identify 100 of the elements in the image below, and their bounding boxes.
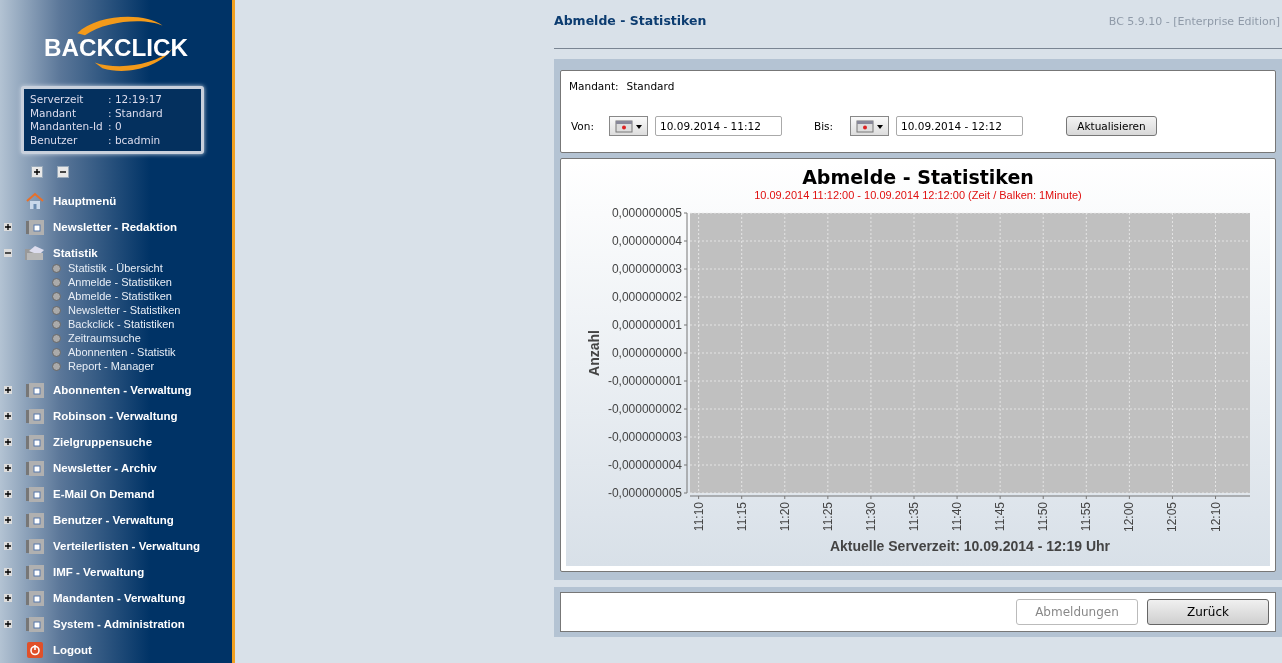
x-tick-label: 11:10 (691, 502, 706, 532)
bullet-icon (52, 319, 61, 329)
menu-item[interactable]: Mandanten - Verwaltung (53, 592, 186, 604)
mandant-value: Standard (626, 80, 675, 92)
submenu-item[interactable]: Newsletter - Statistiken (68, 304, 181, 316)
x-tick-label: 11:30 (863, 502, 878, 532)
menu-item[interactable]: Hauptmenü (53, 195, 117, 207)
folder-icon (25, 512, 44, 528)
folder-icon (25, 219, 44, 235)
calendar-button[interactable] (850, 116, 889, 136)
bullet-icon (52, 361, 61, 371)
expand-icon[interactable] (4, 438, 12, 446)
submenu-item[interactable]: Anmelde - Statistiken (68, 276, 172, 288)
open-folder-icon (24, 245, 45, 261)
expand-icon[interactable] (4, 594, 12, 602)
menu-item[interactable]: Robinson - Verwaltung (53, 410, 178, 422)
expand-icon[interactable] (4, 568, 12, 576)
folder-icon (25, 486, 44, 502)
y-tick-label: -0,000000004 (607, 458, 682, 472)
y-tick-label: 0,000000005 (611, 206, 682, 220)
from-label: Von: (570, 120, 595, 132)
bullet-icon (52, 263, 61, 273)
menu-item[interactable]: E-Mail On Demand (53, 488, 155, 500)
folder-icon (25, 564, 44, 580)
x-tick-label: 11:55 (1078, 502, 1093, 532)
collapse-icon[interactable] (4, 249, 12, 257)
mandant-label: Mandant: (569, 80, 619, 92)
house-icon (25, 192, 44, 210)
folder-icon (25, 460, 44, 476)
menu-item[interactable]: Zielgruppensuche (53, 436, 153, 448)
page-title: Abmelde - Statistiken (554, 13, 707, 28)
x-tick-label: 11:50 (1035, 502, 1050, 532)
to-date-field[interactable]: 10.09.2014 - 12:12 (896, 116, 1023, 136)
expand-icon[interactable] (4, 516, 12, 524)
y-tick-label: -0,000000001 (607, 374, 682, 388)
expand-icon[interactable] (4, 464, 12, 472)
submenu-item[interactable]: Report - Manager (68, 360, 155, 372)
expand-icon[interactable] (4, 386, 12, 394)
menu-item[interactable]: Newsletter - Redaktion (53, 221, 177, 233)
x-tick-label: 12:00 (1121, 502, 1136, 533)
menu-item[interactable]: Verteilerlisten - Verwaltung (53, 540, 200, 552)
refresh-button[interactable]: Aktualisieren (1066, 116, 1157, 136)
folder-icon (25, 382, 44, 398)
y-axis-label: Anzahl (585, 330, 602, 376)
menu-item[interactable]: Benutzer - Verwaltung (53, 514, 174, 526)
x-tick-label: 11:25 (820, 502, 835, 532)
version-label: BC 5.9.10 - [Enterprise Edition] (1108, 15, 1280, 28)
info-label: Mandanten-Id (30, 120, 104, 134)
to-label: Bis: (813, 120, 835, 132)
info-label: Serverzeit (30, 93, 85, 107)
menu-item[interactable]: Abonnenten - Verwaltung (53, 384, 192, 396)
folder-icon (25, 590, 44, 606)
folder-icon (25, 434, 44, 450)
y-tick-label: 0,000000003 (611, 262, 682, 276)
submenu-item[interactable]: Zeitraumsuche (68, 332, 141, 344)
y-tick-label: 0,000000000 (611, 346, 682, 360)
y-tick-label: 0,000000001 (611, 318, 682, 332)
action-button[interactable]: Zurück (1147, 599, 1269, 625)
info-value: : 12:19:17 (108, 93, 163, 107)
bullet-icon (52, 347, 61, 357)
submenu-item[interactable]: Backclick - Statistiken (68, 318, 175, 330)
y-tick-label: -0,000000002 (607, 402, 682, 416)
calendar-button[interactable] (609, 116, 648, 136)
folder-icon (25, 538, 44, 554)
x-tick-label: 11:45 (992, 502, 1007, 532)
y-tick-label: 0,000000004 (611, 234, 682, 248)
x-tick-label: 11:35 (906, 502, 921, 532)
menu-item[interactable]: Newsletter - Archiv (53, 462, 157, 474)
backclick-logo: BACKCLICK (36, 12, 196, 74)
submenu-item[interactable]: Abonnenten - Statistik (68, 346, 176, 358)
menu-item[interactable]: System - Administration (53, 618, 185, 630)
expand-icon[interactable] (4, 490, 12, 498)
expand-all-icon[interactable] (31, 166, 43, 178)
y-tick-label: 0,000000002 (611, 290, 682, 304)
x-tick-label: 11:20 (777, 502, 792, 532)
expand-icon[interactable] (4, 412, 12, 420)
y-tick-label: -0,000000003 (607, 430, 682, 444)
submenu-item[interactable]: Abmelde - Statistiken (68, 290, 172, 302)
menu-item[interactable]: Logout (53, 644, 92, 656)
chart-subtitle: 10.09.2014 11:12:00 - 10.09.2014 12:12:00 (Zeit / Balken: 1Minute) (754, 189, 1082, 201)
expand-icon[interactable] (4, 223, 12, 231)
y-tick-label: -0,000000005 (607, 486, 682, 500)
expand-icon[interactable] (4, 542, 12, 550)
from-date-field[interactable]: 10.09.2014 - 11:12 (655, 116, 782, 136)
bullet-icon (52, 305, 61, 315)
x-tick-label: 12:10 (1208, 502, 1223, 533)
info-label: Mandant (30, 106, 78, 120)
info-value: : Standard (108, 106, 163, 120)
x-tick-label: 12:05 (1164, 502, 1179, 533)
x-axis-label: Aktuelle Serverzeit: 10.09.2014 - 12:19 Uhr (829, 538, 1110, 554)
collapse-all-icon[interactable] (57, 166, 69, 178)
submenu-item[interactable]: Statistik - Übersicht (68, 262, 163, 274)
bullet-icon (52, 277, 61, 287)
bullet-icon (52, 291, 61, 301)
menu-item[interactable]: Statistik (53, 247, 98, 259)
menu-item[interactable]: IMF - Verwaltung (53, 566, 145, 578)
expand-icon[interactable] (4, 620, 12, 628)
info-value: : bcadmin (108, 133, 161, 147)
info-value: : 0 (108, 120, 122, 134)
folder-icon (25, 616, 44, 632)
